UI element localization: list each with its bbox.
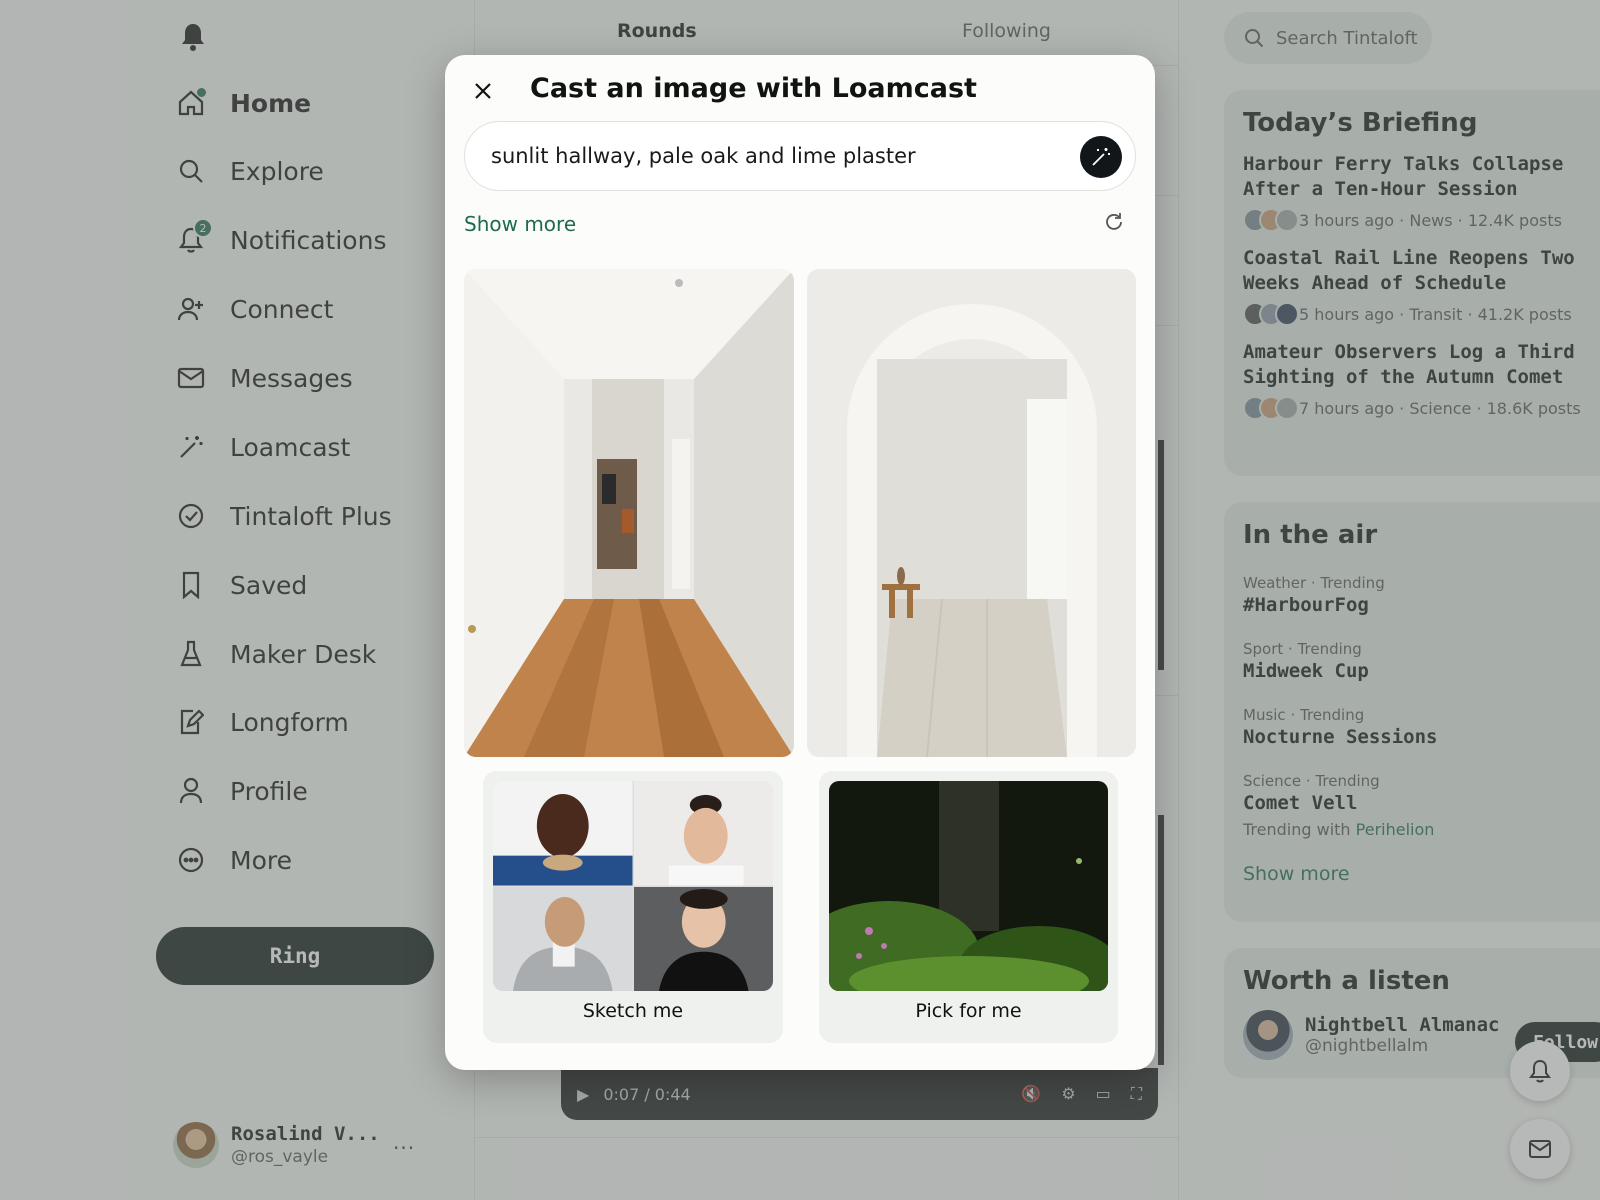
- generated-image-hallway[interactable]: [464, 269, 794, 757]
- close-icon[interactable]: [465, 73, 501, 109]
- option-sketch-me[interactable]: Sketch me: [483, 771, 783, 1043]
- generated-image-archway[interactable]: [807, 269, 1136, 757]
- show-more-link[interactable]: Show more: [464, 212, 576, 236]
- generate-button[interactable]: [1080, 136, 1122, 178]
- option-label: Pick for me: [915, 1000, 1022, 1022]
- loamcast-dialog: Cast an image with Loamcast sunlit hallw…: [445, 55, 1155, 1070]
- option-label: Sketch me: [582, 1000, 684, 1022]
- prompt-input[interactable]: sunlit hallway, pale oak and lime plaste…: [464, 121, 1136, 191]
- magic-wand-icon: [1092, 148, 1110, 166]
- portrait-collage: [493, 781, 773, 991]
- option-pick-for-me[interactable]: Pick for me: [819, 771, 1118, 1043]
- refresh-icon[interactable]: [1103, 211, 1129, 237]
- nature-thumbnail: [829, 781, 1108, 991]
- prompt-value: sunlit hallway, pale oak and lime plaste…: [491, 144, 916, 168]
- dialog-title: Cast an image with Loamcast: [530, 73, 977, 104]
